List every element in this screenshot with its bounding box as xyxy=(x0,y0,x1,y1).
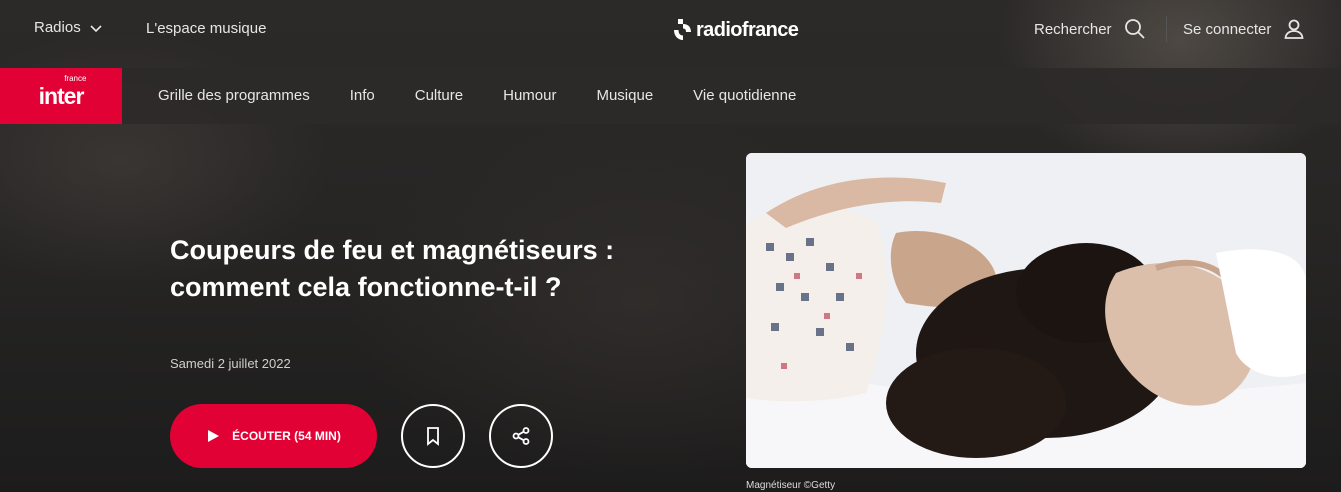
france-inter-logo[interactable]: inter france xyxy=(0,68,122,124)
user-icon xyxy=(1284,19,1304,39)
top-bar: Radios L'espace musique radiofrance Rech… xyxy=(0,0,1341,58)
magnetiseur-photo xyxy=(746,153,1306,468)
radiofrance-symbol-icon xyxy=(674,19,691,40)
search-icon xyxy=(1124,19,1145,39)
search-button[interactable]: Rechercher xyxy=(1034,18,1146,40)
search-label: Rechercher xyxy=(1034,20,1112,38)
inter-logo-mark: inter france xyxy=(38,74,87,110)
bookmark-button[interactable] xyxy=(401,404,465,468)
chevron-down-icon xyxy=(90,24,102,32)
login-label: Se connecter xyxy=(1183,20,1272,38)
share-icon xyxy=(512,427,530,445)
radiofrance-wordmark: radiofrance xyxy=(696,18,799,41)
share-button[interactable] xyxy=(489,404,553,468)
nav-item-grille[interactable]: Grille des programmes xyxy=(158,87,310,104)
listen-label: ÉCOUTER (54 MIN) xyxy=(232,429,341,443)
episode-date: Samedi 2 juillet 2022 xyxy=(170,356,291,371)
radios-label: Radios xyxy=(34,19,81,36)
nav-item-musique[interactable]: Musique xyxy=(596,87,653,104)
radiofrance-logo[interactable]: radiofrance xyxy=(672,17,799,43)
nav-item-vie-quotidienne[interactable]: Vie quotidienne xyxy=(693,87,796,104)
radios-menu[interactable]: Radios xyxy=(34,19,103,36)
episode-image xyxy=(746,153,1306,468)
inter-logo-word: inter xyxy=(38,82,85,109)
topbar-divider xyxy=(1166,16,1167,42)
station-nav: inter france Grille des programmes Info … xyxy=(0,68,1341,124)
nav-item-humour[interactable]: Humour xyxy=(503,87,556,104)
espace-musique-link[interactable]: L'espace musique xyxy=(146,20,266,37)
inter-logo-tag: france xyxy=(64,73,87,83)
play-icon xyxy=(208,430,220,442)
bookmark-icon xyxy=(427,427,439,446)
nav-items: Grille des programmes Info Culture Humou… xyxy=(158,87,796,104)
image-caption: Magnétiseur ©Getty xyxy=(746,480,836,491)
nav-item-culture[interactable]: Culture xyxy=(415,87,463,104)
listen-button[interactable]: ÉCOUTER (54 MIN) xyxy=(170,404,377,468)
episode-title: Coupeurs de feu et magnétiseurs : commen… xyxy=(170,235,615,302)
login-button[interactable]: Se connecter xyxy=(1183,18,1305,40)
nav-item-info[interactable]: Info xyxy=(350,87,375,104)
